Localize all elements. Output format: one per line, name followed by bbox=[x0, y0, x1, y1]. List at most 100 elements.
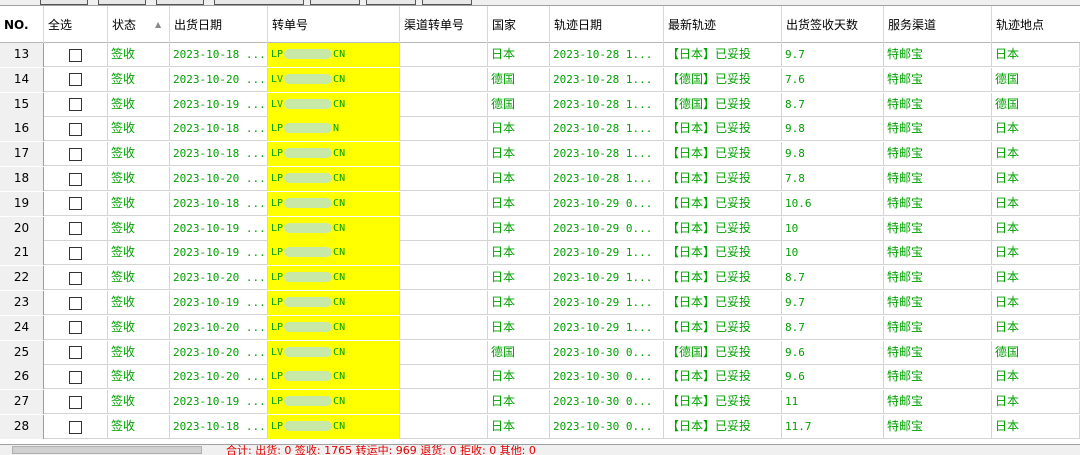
table-row[interactable]: 26 签收 2023-10-20 ... LP CN 日本 2023-10-30 0... 【… bbox=[0, 365, 1080, 390]
checkbox-icon[interactable] bbox=[69, 222, 82, 236]
header-track-date[interactable]: 轨迹日期 bbox=[550, 6, 664, 43]
cell-latest: 【日本】已妥投 bbox=[664, 365, 782, 390]
checkbox-icon[interactable] bbox=[69, 395, 82, 409]
table-row[interactable]: 22 签收 2023-10-20 ... LP CN 日本 2023-10-29 1... 【… bbox=[0, 266, 1080, 291]
table-row[interactable]: 18 签收 2023-10-20 ... LP CN 日本 2023-10-28 1... 【… bbox=[0, 167, 1080, 191]
table-row[interactable]: 16 签收 2023-10-18 ... LP N 日本 2023-10-28 1... 【日… bbox=[0, 117, 1080, 142]
table-row[interactable]: 27 签收 2023-10-19 ... LP CN 日本 2023-10-30 0... 【… bbox=[0, 390, 1080, 415]
redacted-blur bbox=[284, 98, 333, 109]
checkbox-icon[interactable] bbox=[69, 172, 82, 186]
track-no-prefix: LP bbox=[271, 148, 284, 160]
cell-select bbox=[44, 117, 108, 142]
checkbox-icon[interactable] bbox=[69, 98, 82, 112]
cell-no: 14 bbox=[0, 67, 44, 92]
cell-status: 签收 bbox=[108, 241, 170, 266]
cell-select bbox=[44, 291, 108, 315]
toolbar-button[interactable] bbox=[366, 0, 416, 5]
checkbox-icon[interactable] bbox=[69, 370, 82, 384]
cell-service: 特邮宝 bbox=[884, 241, 992, 266]
track-no-prefix: LP bbox=[271, 247, 284, 259]
checkbox-icon[interactable] bbox=[69, 271, 82, 285]
table-row[interactable]: 24 签收 2023-10-20 ... LP CN 日本 2023-10-29 1... 【… bbox=[0, 315, 1080, 340]
cell-country: 日本 bbox=[488, 241, 550, 266]
toolbar-button[interactable] bbox=[422, 0, 472, 5]
table-row[interactable]: 15 签收 2023-10-19 ... LV CN 德国 2023-10-28 1... 【… bbox=[0, 92, 1080, 117]
header-track-no[interactable]: 转单号 bbox=[268, 6, 400, 43]
track-no-prefix: LP bbox=[271, 321, 284, 333]
cell-no: 20 bbox=[0, 216, 44, 241]
cell-channel-track bbox=[400, 216, 488, 241]
checkbox-icon[interactable] bbox=[69, 246, 82, 260]
cell-status: 签收 bbox=[108, 142, 170, 167]
header-country[interactable]: 国家 bbox=[488, 6, 550, 43]
cell-track-no: LP N bbox=[268, 117, 400, 142]
cell-no: 16 bbox=[0, 117, 44, 142]
track-no-prefix: LP bbox=[271, 421, 284, 432]
cell-track-date: 2023-10-30 0... bbox=[550, 340, 664, 365]
header-ship-date[interactable]: 出货日期 bbox=[170, 6, 268, 43]
cell-latest: 【德国】已妥投 bbox=[664, 340, 782, 365]
header-status[interactable]: 状态 ▲ bbox=[108, 6, 170, 43]
table-row[interactable]: 13 签收 2023-10-18 ... LP CN 日本 2023-10-28 1... 【… bbox=[0, 43, 1080, 67]
table-row[interactable]: 21 签收 2023-10-19 ... LP CN 日本 2023-10-29 1... 【… bbox=[0, 241, 1080, 266]
header-days[interactable]: 出货签收天数 bbox=[782, 6, 884, 43]
header-select-all[interactable]: 全选 bbox=[44, 6, 108, 43]
track-no-prefix: LP bbox=[271, 49, 284, 60]
checkbox-icon[interactable] bbox=[69, 73, 82, 87]
toolbar-button[interactable] bbox=[310, 0, 360, 5]
cell-track-date: 2023-10-28 1... bbox=[550, 92, 664, 117]
header-service[interactable]: 服务渠道 bbox=[884, 6, 992, 43]
cell-ship-date: 2023-10-18 ... bbox=[170, 191, 268, 216]
horizontal-scrollbar[interactable] bbox=[12, 446, 202, 454]
header-latest-track[interactable]: 最新轨迹 bbox=[664, 6, 782, 43]
cell-ship-date: 2023-10-18 ... bbox=[170, 142, 268, 167]
cell-country: 德国 bbox=[488, 67, 550, 92]
cell-select bbox=[44, 390, 108, 415]
cell-track-date: 2023-10-30 0... bbox=[550, 365, 664, 390]
checkbox-icon[interactable] bbox=[69, 346, 82, 360]
cell-channel-track bbox=[400, 315, 488, 340]
checkbox-icon[interactable] bbox=[69, 147, 82, 161]
cell-country: 日本 bbox=[488, 390, 550, 415]
cell-status: 签收 bbox=[108, 266, 170, 291]
cell-select bbox=[44, 241, 108, 266]
header-location[interactable]: 轨迹地点 bbox=[992, 6, 1080, 43]
cell-country: 日本 bbox=[488, 365, 550, 390]
header-channel-track[interactable]: 渠道转单号 bbox=[400, 6, 488, 43]
checkbox-icon[interactable] bbox=[69, 420, 82, 434]
checkbox-icon[interactable] bbox=[69, 296, 82, 310]
track-no-prefix: LP bbox=[271, 173, 284, 184]
toolbar-button[interactable] bbox=[214, 0, 304, 5]
cell-latest: 【日本】已妥投 bbox=[664, 117, 782, 142]
table-row[interactable]: 17 签收 2023-10-18 ... LP CN 日本 2023-10-28 1... 【… bbox=[0, 142, 1080, 167]
header-no[interactable]: NO. bbox=[0, 6, 44, 43]
toolbar-button[interactable] bbox=[40, 0, 88, 5]
checkbox-icon[interactable] bbox=[69, 122, 82, 136]
cell-select bbox=[44, 216, 108, 241]
cell-select bbox=[44, 191, 108, 216]
toolbar-button[interactable] bbox=[156, 0, 204, 5]
table-row[interactable]: 14 签收 2023-10-20 ... LV CN 德国 2023-10-28 1... 【… bbox=[0, 67, 1080, 92]
checkbox-icon[interactable] bbox=[69, 197, 82, 211]
cell-status: 签收 bbox=[108, 390, 170, 415]
cell-latest: 【德国】已妥投 bbox=[664, 92, 782, 117]
checkbox-icon[interactable] bbox=[69, 321, 82, 335]
track-no-suffix: CN bbox=[333, 396, 346, 408]
toolbar-button[interactable] bbox=[98, 0, 146, 5]
cell-latest: 【日本】已妥投 bbox=[664, 142, 782, 167]
cell-track-date: 2023-10-29 1... bbox=[550, 315, 664, 340]
table-row[interactable]: 23 签收 2023-10-19 ... LP CN 日本 2023-10-29 1... 【… bbox=[0, 291, 1080, 315]
cell-ship-date: 2023-10-18 ... bbox=[170, 117, 268, 142]
cell-select bbox=[44, 142, 108, 167]
redacted-blur bbox=[284, 421, 333, 431]
cell-channel-track bbox=[400, 67, 488, 92]
cell-track-no: LV CN bbox=[268, 67, 400, 92]
table-row[interactable]: 25 签收 2023-10-20 ... LV CN 德国 2023-10-30 0... 【… bbox=[0, 340, 1080, 365]
cell-ship-date: 2023-10-19 ... bbox=[170, 241, 268, 266]
table-row[interactable]: 28 签收 2023-10-18 ... LP CN 日本 2023-10-30 0... 【… bbox=[0, 415, 1080, 439]
checkbox-icon[interactable] bbox=[69, 48, 82, 62]
cell-status: 签收 bbox=[108, 340, 170, 365]
cell-country: 日本 bbox=[488, 266, 550, 291]
table-row[interactable]: 20 签收 2023-10-19 ... LP CN 日本 2023-10-29 0... 【… bbox=[0, 216, 1080, 241]
table-row[interactable]: 19 签收 2023-10-18 ... LP CN 日本 2023-10-29 0... 【… bbox=[0, 191, 1080, 216]
